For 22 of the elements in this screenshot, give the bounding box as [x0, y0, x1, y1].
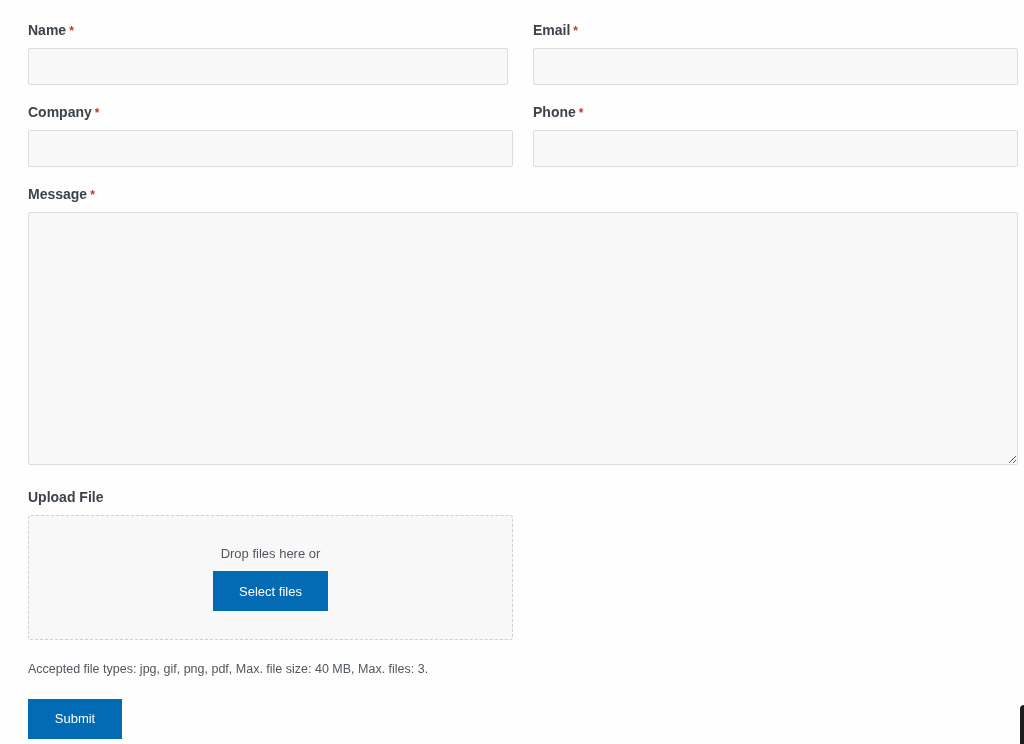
upload-help-text: Accepted file types: jpg, gif, png, pdf, Max. file size: 40 MB, Max. files: 3. — [28, 661, 430, 678]
floating-widget[interactable] — [1020, 705, 1024, 744]
required-mark: * — [94, 105, 100, 122]
input-field[interactable] — [28, 48, 508, 85]
input-field[interactable] — [28, 130, 513, 167]
field-label: Email — [533, 21, 571, 40]
required-mark: * — [578, 105, 584, 122]
submit-button[interactable]: Submit — [28, 698, 122, 739]
required-mark: * — [573, 23, 579, 40]
drop-hint: Drop files here or — [220, 544, 321, 563]
field-label: Upload File — [28, 488, 104, 507]
field-label: Name — [28, 21, 67, 40]
required-mark: * — [69, 23, 74, 40]
select-files-button[interactable]: Select files — [213, 571, 328, 612]
message-textarea[interactable] — [28, 212, 1018, 465]
input-field[interactable] — [533, 48, 1018, 85]
input-field[interactable] — [533, 130, 1018, 167]
field-label: Company — [28, 103, 92, 122]
file-dropzone[interactable]: Drop files here or Select files — [28, 515, 513, 640]
field-label: Message — [28, 185, 88, 204]
required-mark: * — [90, 187, 95, 204]
field-label: Phone — [533, 103, 576, 122]
